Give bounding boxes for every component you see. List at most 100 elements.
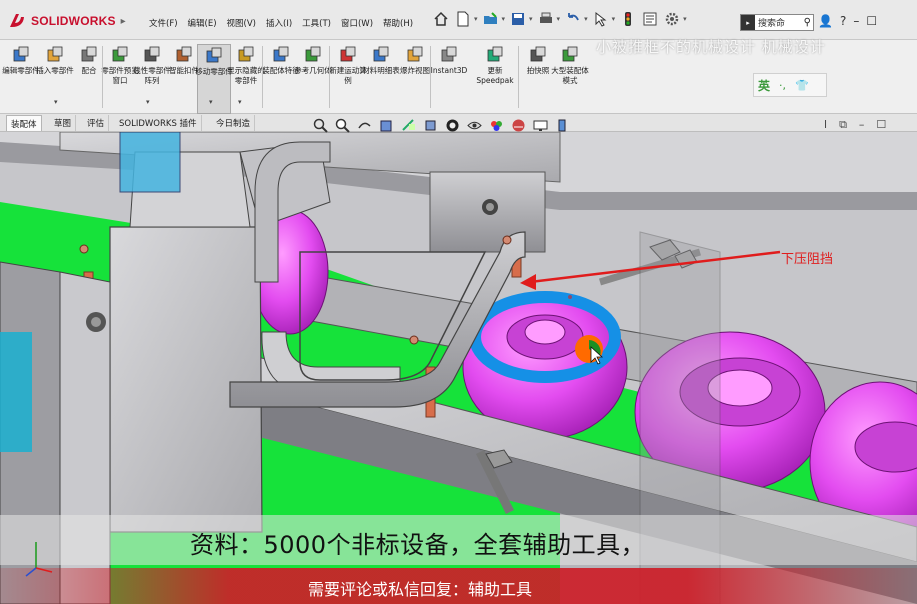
show-hidden-icon (235, 44, 257, 66)
save-dropdown-icon[interactable]: ▾ (529, 15, 533, 23)
ribbon-dropdown-icon[interactable]: ▾ (54, 98, 58, 106)
ribbon-button-show-hidden[interactable]: 显示隐藏的零部件 (227, 44, 265, 86)
view-orientation-icon[interactable] (422, 117, 439, 133)
help-icon[interactable]: ? (840, 14, 846, 28)
mate-icon (78, 44, 100, 66)
traffic-light-icon[interactable] (619, 10, 637, 28)
save-icon[interactable] (509, 10, 527, 28)
viewport-maximize-icon[interactable]: ☐ (876, 118, 886, 132)
search-command-icon[interactable]: ▸ (741, 15, 755, 30)
tab-evaluate[interactable]: 评估 (83, 115, 110, 131)
menu-insert[interactable]: 插入(I) (261, 17, 297, 29)
ribbon-button-bom[interactable]: 材料明细表 (362, 44, 400, 76)
minimize-icon[interactable]: – (853, 14, 859, 28)
apply-scene-icon[interactable] (510, 117, 527, 133)
quick-access-toolbar: ▾ ▾ ▾ ▾ ▾ ▾ ▾ (432, 10, 687, 28)
menu-edit[interactable]: 编辑(E) (183, 17, 222, 29)
ribbon-separator (329, 46, 330, 108)
title-bar: SOLIDWORKS ▸ 文件(F) 编辑(E) 视图(V) 插入(I) 工具(… (0, 0, 917, 40)
reference-geometry-icon (302, 44, 324, 66)
home-icon[interactable] (432, 10, 450, 28)
ribbon-button-reference-geometry[interactable]: 参考几何体 (294, 44, 332, 76)
zoom-area-icon[interactable] (334, 117, 351, 133)
ime-status-bar: 英 ·, 👕 (753, 73, 827, 97)
select-icon[interactable] (592, 10, 610, 28)
viewport-minimize-icon[interactable]: – (859, 118, 865, 132)
ds-logo-icon (8, 11, 28, 31)
ribbon-button-speedpak[interactable]: 更新Speedpak (476, 44, 514, 86)
dynamic-annotation-icon[interactable] (400, 117, 417, 133)
tab-manufacturing[interactable]: 今日制造 (212, 115, 256, 131)
ime-punctuation[interactable]: ·, (779, 79, 786, 92)
caption-banner: 资料：5000个非标设备，全套辅助工具， (0, 515, 917, 565)
ime-mode[interactable]: 英 (758, 77, 770, 94)
display-style-icon[interactable] (444, 117, 461, 133)
video-watermark: 小被推框不的机械设计 机械设计 (596, 38, 826, 56)
ribbon-button-linear-pattern[interactable]: 线性零部件阵列 (133, 44, 171, 86)
viewport-window-controls: ⅼ ⧉ – ☐ (824, 118, 886, 132)
smart-fastener-icon (173, 44, 195, 66)
menu-tools[interactable]: 工具(T) (297, 17, 336, 29)
bom-icon (370, 44, 392, 66)
ribbon-dropdown-icon[interactable]: ▾ (238, 98, 242, 106)
user-icon[interactable]: 👤 (818, 14, 833, 28)
undo-dropdown-icon[interactable]: ▾ (584, 15, 588, 23)
viewport-tile-icon[interactable]: ⅼ (824, 118, 827, 132)
print-icon[interactable] (537, 10, 555, 28)
brand-name: SOLIDWORKS (31, 14, 116, 28)
zoom-to-fit-icon[interactable] (312, 117, 329, 133)
edit-appearance-icon[interactable] (488, 117, 505, 133)
title-right-controls: 👤 ? – ☐ (818, 14, 877, 28)
menu-help[interactable]: 帮助(H) (378, 17, 418, 29)
open-icon[interactable] (482, 10, 500, 28)
ribbon-button-edit-component[interactable]: 编辑零部件 (2, 44, 40, 76)
window-icon[interactable]: ☐ (866, 14, 877, 28)
options-dropdown-icon[interactable]: ▾ (683, 15, 687, 23)
file-props-icon[interactable] (641, 10, 659, 28)
heads-up-view-toolbar (312, 117, 571, 133)
exploded-view-icon (404, 44, 426, 66)
open-dropdown-icon[interactable]: ▾ (502, 15, 506, 23)
tab-assembly[interactable]: 装配体 (6, 115, 42, 131)
ribbon-button-instant3d[interactable]: Instant3D (431, 44, 467, 76)
ribbon-button-exploded-view[interactable]: 爆炸视图 (398, 44, 432, 76)
hide-show-items-icon[interactable] (466, 117, 483, 133)
menu-file[interactable]: 文件(F) (144, 17, 183, 29)
solidworks-logo[interactable]: SOLIDWORKS ▸ (8, 10, 130, 32)
snapshot-icon (527, 44, 549, 66)
ribbon-dropdown-icon[interactable]: ▾ (146, 98, 150, 106)
ribbon-button-large-assembly[interactable]: 大型装配体模式 (551, 44, 589, 86)
move-component-icon (203, 45, 225, 67)
logo-menu-arrow-icon[interactable]: ▸ (121, 16, 126, 27)
tab-solidworks-addins[interactable]: SOLIDWORKS 插件 (115, 115, 202, 131)
previous-view-icon[interactable] (356, 117, 373, 133)
tab-sketch[interactable]: 草图 (50, 115, 77, 131)
ribbon-separator (102, 46, 103, 108)
ribbon-dropdown-icon[interactable]: ▾ (209, 98, 213, 106)
select-dropdown-icon[interactable]: ▾ (612, 15, 616, 23)
menu-view[interactable]: 视图(V) (222, 17, 261, 29)
options-gear-icon[interactable] (663, 10, 681, 28)
new-doc-dropdown-icon[interactable]: ▾ (474, 15, 478, 23)
section-view-icon[interactable] (378, 117, 395, 133)
new-doc-icon[interactable] (454, 10, 472, 28)
large-assembly-icon (559, 44, 581, 66)
search-box[interactable]: ▸ 搜索命 ⚲ (740, 14, 814, 31)
ime-skin-icon[interactable]: 👕 (795, 79, 809, 92)
ribbon-button-label: 大型装配体模式 (551, 66, 589, 85)
search-icon[interactable]: ⚲ (804, 17, 811, 28)
ribbon-separator (430, 46, 431, 108)
view-settings-icon[interactable] (532, 117, 549, 133)
menu-bar: 文件(F) 编辑(E) 视图(V) 插入(I) 工具(T) 窗口(W) 帮助(H… (144, 17, 418, 29)
undo-icon[interactable] (564, 10, 582, 28)
speedpak-icon (484, 44, 506, 66)
ribbon-button-label: 显示隐藏的零部件 (227, 66, 265, 85)
search-placeholder: 搜索命 (758, 19, 786, 29)
viewport-restore-icon[interactable]: ⧉ (839, 118, 847, 132)
split-window-icon[interactable] (554, 117, 571, 133)
annotation-callout-label: 下压阻挡 (781, 252, 834, 267)
ribbon-button-motion-study[interactable]: 新建运动算例 (329, 44, 367, 86)
ribbon-button-insert-component[interactable]: 插入零部件 (36, 44, 74, 76)
print-dropdown-icon[interactable]: ▾ (557, 15, 561, 23)
menu-window[interactable]: 窗口(W) (336, 17, 378, 29)
